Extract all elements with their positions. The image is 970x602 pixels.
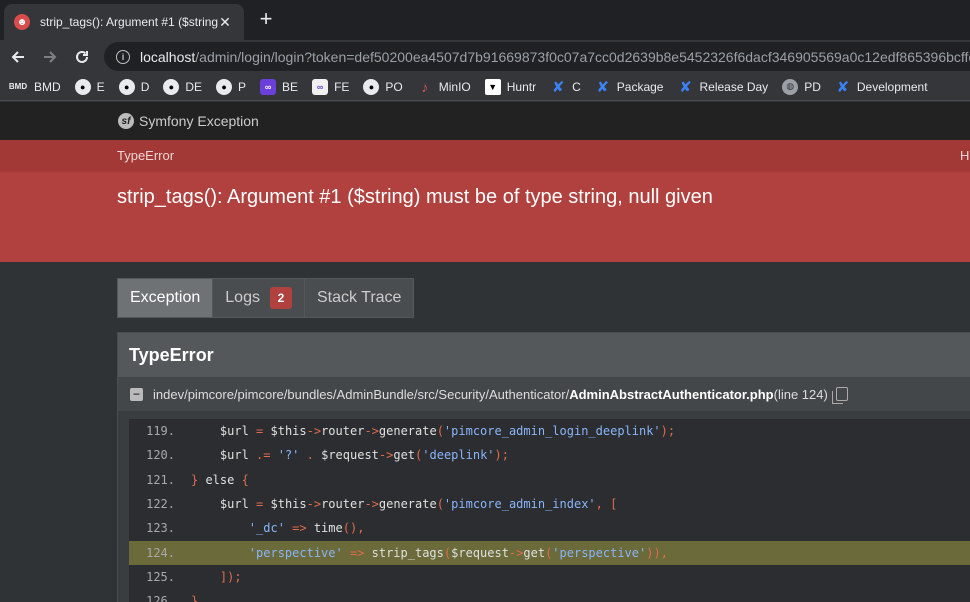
jira-icon: ✘ (596, 78, 610, 96)
arrow-right-icon (44, 51, 57, 63)
infinity-icon: ∞ (312, 78, 329, 95)
bookmark-bmd[interactable]: BMD BMD (8, 79, 61, 95)
copy-icon[interactable] (831, 387, 848, 404)
exception-tabs: Exception Logs 2 Stack Trace (117, 278, 415, 318)
symfony-ghost-icon: ☻ (14, 14, 30, 30)
trace-file-row[interactable]: − in dev/pimcore/pimcore/bundles/AdminBu… (118, 377, 970, 411)
code-line: 119. $url = $this->router->generate('pim… (129, 419, 970, 443)
address-bar[interactable]: i localhost/admin/login/login?token=def5… (104, 42, 970, 71)
code-line: 120. $url .= '?' . $request->get('deepli… (129, 443, 970, 467)
collapse-icon[interactable]: − (130, 387, 143, 401)
code-line: 121. } else { (129, 468, 970, 492)
bookmark-huntr[interactable]: ▼ Huntr (484, 78, 536, 95)
code-line: 126.} (129, 589, 970, 602)
bookmark-fe[interactable]: ∞ FE (312, 78, 349, 95)
bookmark-development[interactable]: ✘ Development (835, 78, 928, 96)
line-number: 121. (146, 472, 175, 487)
line-number: 119. (146, 424, 175, 438)
code-snippet: 119. $url = $this->router->generate('pim… (129, 419, 970, 602)
line-number: 123. (146, 521, 175, 536)
bookmarks-bar: BMD BMD ● E ● D ● DE ● P ∞ BE ∞ FE ● PO ♪ MinIO ▼… (0, 73, 970, 101)
bookmark-p[interactable]: ● P (216, 78, 246, 95)
symfony-header-title: Symfony Exception (139, 113, 259, 129)
symfony-logo-icon: sf (118, 113, 134, 129)
code-line-highlighted: 124. 'perspective' => strip_tags($reques… (129, 540, 970, 565)
code-line: 123. '_dc' => time(), (129, 516, 970, 540)
code-line: 122. $url = $this->router->generate('pim… (129, 492, 970, 516)
github-icon: ● (74, 78, 91, 95)
file-name: AdminAbstractAuthenticator.php (569, 386, 774, 402)
line-source: $url = $this->router->generate('pimcore_… (191, 424, 676, 438)
browser-tab-strip: ☻ strip_tags(): Argument #1 ($string ✕ + (0, 0, 970, 40)
globe-icon: ◍ (782, 78, 799, 95)
line-source: ]); (219, 569, 242, 584)
trace-header: TypeError (118, 333, 970, 377)
line-number: 126. (146, 594, 175, 602)
line-source: 'perspective' => strip_tags($request->ge… (248, 545, 668, 560)
tab-stack-trace[interactable]: Stack Trace (303, 278, 415, 318)
symfony-header: sf Symfony Exception (0, 102, 970, 140)
forward-button[interactable] (37, 44, 63, 70)
url-text: localhost/admin/login/login?token=def502… (140, 48, 970, 65)
file-path: dev/pimcore/pimcore/bundles/AdminBundle/… (163, 386, 570, 402)
huntr-icon: ▼ (484, 78, 501, 95)
line-source: $url = $this->router->generate('pimcore_… (191, 496, 618, 511)
bmd-icon: BMD (8, 82, 28, 91)
bookmark-d[interactable]: ● D (118, 78, 149, 95)
reload-button[interactable] (69, 44, 95, 70)
logs-count-badge: 2 (269, 287, 292, 309)
tab-exception[interactable]: Exception (117, 278, 214, 318)
code-line: 125. ]); (129, 565, 970, 589)
bookmark-be[interactable]: ∞ BE (260, 78, 298, 95)
line-number: 125. (146, 569, 175, 584)
line-source: } else { (191, 472, 249, 487)
exception-right-text: H (960, 148, 970, 163)
minio-icon: ♪ (421, 78, 429, 95)
bookmark-release-day[interactable]: ✘ Release Day (677, 78, 768, 96)
line-number: 122. (146, 496, 175, 511)
github-icon: ● (216, 78, 233, 95)
github-icon: ● (163, 78, 180, 95)
trace-title: TypeError (129, 344, 214, 365)
bookmark-package[interactable]: ✘ Package (595, 78, 663, 96)
jira-icon: ✘ (836, 78, 850, 96)
bookmark-pd[interactable]: ◍ PD (782, 78, 821, 95)
arrow-left-icon (11, 51, 24, 63)
trace-panel: TypeError − in dev/pimcore/pimcore/bundl… (117, 332, 970, 602)
jira-icon: ✘ (551, 78, 565, 96)
browser-toolbar: i localhost/admin/login/login?token=def5… (0, 40, 970, 73)
bookmark-po[interactable]: ● PO (363, 78, 403, 95)
file-line: (line 124) (773, 386, 828, 402)
line-source: '_dc' => time(), (248, 521, 365, 536)
line-source: } (191, 594, 199, 602)
close-icon[interactable]: ✕ (216, 13, 234, 31)
infinity-icon: ∞ (260, 78, 277, 95)
info-icon[interactable]: i (116, 49, 130, 64)
bookmark-c[interactable]: ✘ C (550, 78, 581, 96)
bookmark-minio[interactable]: ♪ MinIO (417, 79, 471, 95)
github-icon: ● (118, 78, 135, 95)
browser-tab-title: strip_tags(): Argument #1 ($string (40, 15, 218, 29)
browser-tab[interactable]: ☻ strip_tags(): Argument #1 ($string ✕ (4, 4, 244, 40)
jira-icon: ✘ (679, 78, 692, 96)
github-icon: ● (363, 78, 380, 95)
line-number: 124. (146, 545, 175, 560)
line-number: 120. (146, 448, 175, 463)
bookmark-de[interactable]: ● DE (163, 78, 202, 95)
tab-logs[interactable]: Logs 2 (212, 278, 305, 318)
exception-message: strip_tags(): Argument #1 ($string) must… (117, 186, 713, 208)
reload-icon (76, 50, 88, 63)
exception-class: TypeError (117, 148, 175, 163)
line-source: $url .= '?' . $request->get('deeplink'); (191, 448, 509, 463)
back-button[interactable] (5, 44, 31, 70)
exception-banner: TypeError H strip_tags(): Argument #1 ($… (0, 140, 970, 262)
new-tab-button[interactable]: + (254, 7, 278, 31)
bookmark-e[interactable]: ● E (74, 78, 105, 95)
